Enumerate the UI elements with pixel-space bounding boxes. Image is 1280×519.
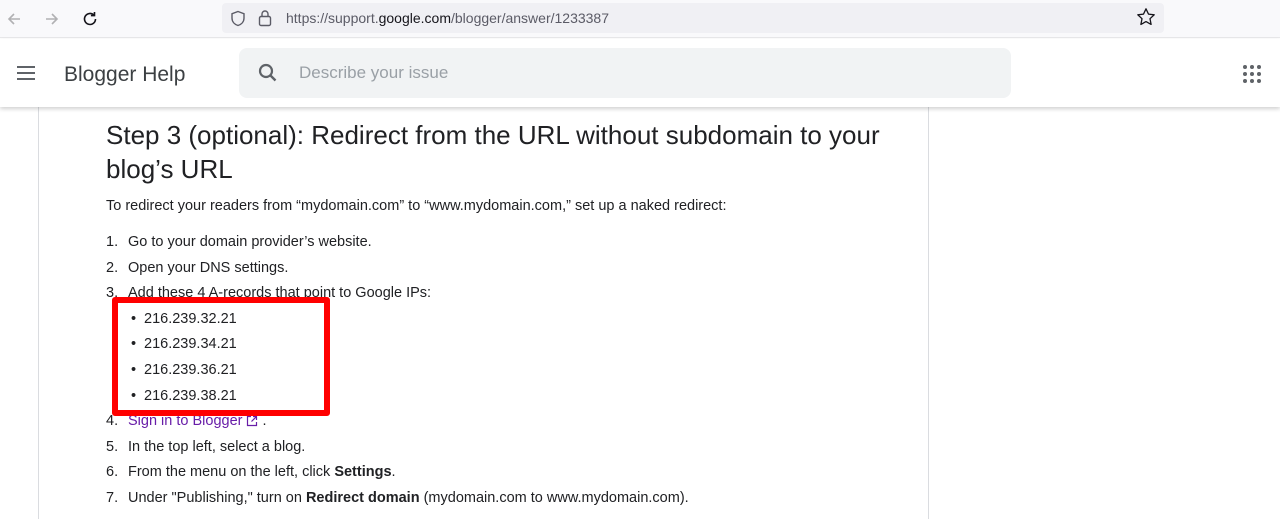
list-item: 3. Add these 4 A-records that point to Go…	[106, 285, 432, 302]
forward-button[interactable]	[40, 7, 64, 31]
list-item: 5. In the top left, select a blog.	[106, 438, 306, 455]
shield-icon[interactable]	[230, 10, 246, 27]
sign-in-to-blogger-link[interactable]: Sign in to Blogger	[128, 413, 242, 429]
external-link-icon[interactable]	[246, 415, 258, 427]
ip-address-item: • 216.239.34.21	[131, 336, 237, 353]
hamburger-menu-icon[interactable]	[14, 61, 38, 85]
ip-address-item: • 216.239.38.21	[131, 387, 237, 404]
reload-icon	[83, 12, 97, 26]
reload-button[interactable]	[78, 7, 102, 31]
help-header: Blogger Help	[0, 39, 1280, 107]
search-box[interactable]	[239, 48, 1011, 98]
product-title[interactable]: Blogger Help	[64, 62, 185, 88]
ip-address-list: • 216.239.32.21 • 216.239.34.21 • 216.239.3…	[106, 307, 896, 409]
article-content: Step 3 (optional): Redirect from the URL…	[106, 118, 896, 512]
bookmark-star-icon[interactable]	[1136, 7, 1156, 27]
browser-toolbar: https://support.google.com/blogger/answe…	[0, 0, 1280, 38]
list-item: 4. Sign in to Blogger.	[106, 413, 267, 430]
search-icon[interactable]	[257, 62, 279, 84]
list-item: 6. From the menu on the left, click Setti…	[106, 464, 396, 481]
address-bar[interactable]: https://support.google.com/blogger/answe…	[222, 3, 1164, 33]
section-heading: Step 3 (optional): Redirect from the URL…	[106, 120, 880, 184]
lock-icon[interactable]	[258, 9, 272, 27]
list-item: 7. Under "Publishing," turn on Redirect d…	[106, 489, 689, 506]
intro-text: To redirect your readers from “mydomain.…	[106, 198, 727, 214]
forward-arrow-icon	[46, 13, 59, 25]
back-button[interactable]	[2, 7, 26, 31]
steps-list: 1. Go to your domain provider’s website. …	[106, 230, 896, 512]
list-item: 2. Open your DNS settings.	[106, 259, 289, 276]
ip-address-item: • 216.239.36.21	[131, 361, 237, 378]
ip-address-item: • 216.239.32.21	[131, 310, 237, 327]
back-arrow-icon	[7, 13, 20, 25]
google-apps-icon[interactable]	[1240, 62, 1264, 86]
url-text[interactable]: https://support.google.com/blogger/answe…	[286, 9, 609, 27]
list-item: 1. Go to your domain provider’s website.	[106, 234, 372, 250]
search-input[interactable]	[299, 60, 989, 86]
